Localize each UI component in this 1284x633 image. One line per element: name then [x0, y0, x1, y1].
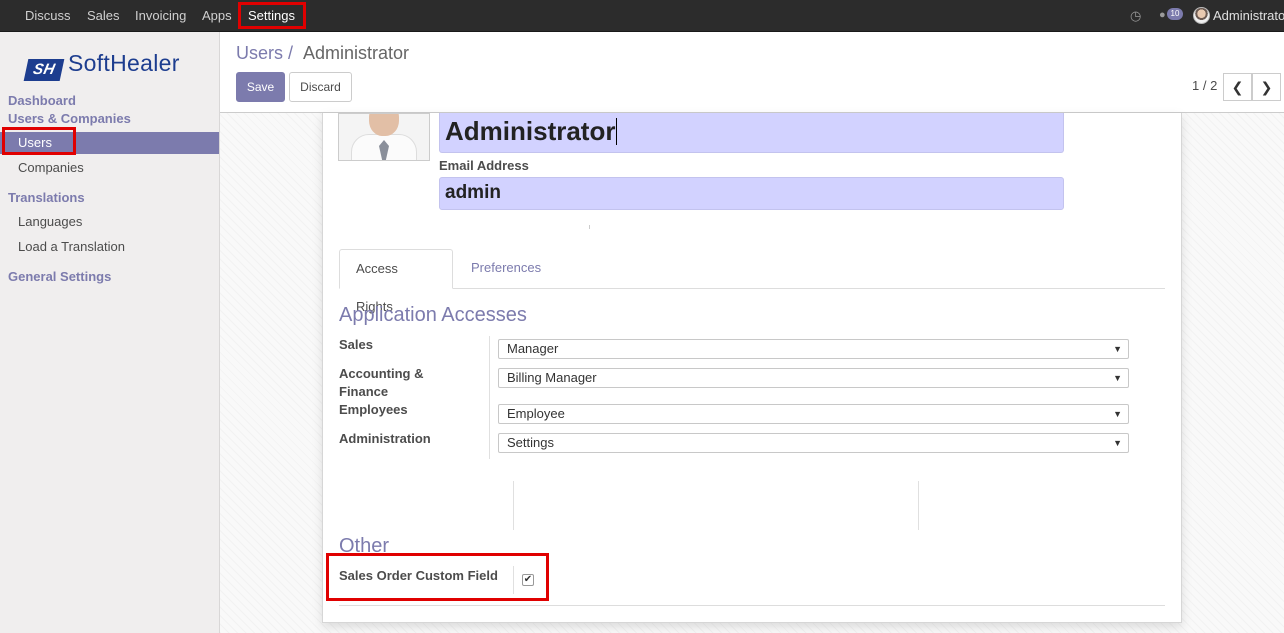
checkmark-icon: ✔ — [523, 574, 533, 585]
accounting-finance-label: Accounting & Finance — [339, 366, 424, 399]
chat-icon[interactable]: ● — [1159, 0, 1166, 31]
discard-button[interactable]: Discard — [289, 72, 352, 102]
sidebar-item-languages[interactable]: Languages — [0, 211, 219, 233]
application-accesses-title: Application Accesses — [339, 304, 527, 326]
user-photo[interactable] — [338, 113, 430, 161]
softhealer-logo[interactable]: SH SoftHealer — [23, 50, 180, 81]
logo-mark: SH — [23, 59, 65, 81]
accounting-access-select[interactable]: Billing Manager ▼ — [498, 368, 1129, 388]
administration-access-select[interactable]: Settings ▼ — [498, 433, 1129, 453]
dropdown-arrow-icon: ▼ — [1113, 409, 1122, 419]
control-panel: Users / Administrator Save Discard 1 / 2… — [220, 32, 1284, 113]
sidebar-heading-dashboard[interactable]: Dashboard — [8, 93, 76, 108]
dropdown-arrow-icon: ▼ — [1113, 438, 1122, 448]
menu-discuss[interactable]: Discuss — [25, 0, 71, 31]
employees-access-select[interactable]: Employee ▼ — [498, 404, 1129, 424]
email-input[interactable]: admin — [439, 177, 1064, 210]
chevron-right-icon: ❯ — [1260, 79, 1273, 95]
administration-label: Administration — [339, 431, 431, 446]
save-button[interactable]: Save — [236, 72, 285, 102]
other-section-title: Other — [339, 535, 390, 557]
sidebar-heading-translations[interactable]: Translations — [8, 190, 85, 205]
user-avatar[interactable] — [1193, 7, 1210, 24]
employees-label: Employees — [339, 402, 408, 417]
menu-apps[interactable]: Apps — [202, 0, 232, 31]
sales-label: Sales — [339, 337, 373, 352]
sidebar-item-companies[interactable]: Companies — [0, 157, 219, 179]
sidebar-heading-users-companies[interactable]: Users & Companies — [8, 111, 131, 126]
breadcrumb-current: Administrator — [303, 43, 410, 63]
sales-order-custom-field-label: Sales Order Custom Field — [339, 568, 498, 583]
user-menu-name[interactable]: Administrator — [1213, 0, 1284, 31]
sales-access-select[interactable]: Manager ▼ — [498, 339, 1129, 359]
sidebar-item-load-translation[interactable]: Load a Translation — [0, 236, 219, 258]
text-caret — [616, 118, 618, 145]
sidebar-heading-general-settings[interactable]: General Settings — [8, 269, 111, 284]
name-value: Administrator — [445, 116, 616, 146]
chevron-left-icon: ❮ — [1231, 79, 1244, 95]
logo-text: SoftHealer — [68, 50, 180, 76]
chat-count-badge: 10 — [1167, 8, 1183, 20]
name-input[interactable]: Administrator — [439, 113, 1064, 153]
pager-next-button[interactable]: ❯ — [1252, 73, 1281, 101]
menu-settings[interactable]: Settings — [248, 0, 295, 31]
breadcrumb-users[interactable]: Users / — [236, 43, 293, 64]
email-label: Email Address — [439, 158, 529, 173]
tab-preferences[interactable]: Preferences — [455, 249, 557, 289]
activity-clock-icon[interactable]: ◷ — [1130, 0, 1141, 31]
menu-sales[interactable]: Sales — [87, 0, 120, 31]
top-navbar: Discuss Sales Invoicing Apps Settings ◷ … — [0, 0, 1284, 32]
tab-access-rights[interactable]: Access Rights — [339, 249, 453, 314]
dropdown-arrow-icon: ▼ — [1113, 344, 1122, 354]
pager-previous-button[interactable]: ❮ — [1223, 73, 1252, 101]
dropdown-arrow-icon: ▼ — [1113, 373, 1122, 383]
sales-order-custom-field-checkbox[interactable]: ✔ — [522, 574, 534, 586]
menu-invoicing[interactable]: Invoicing — [135, 0, 186, 31]
pager-value[interactable]: 1 / 2 — [1192, 78, 1217, 93]
sidebar-item-users[interactable]: Users — [0, 132, 219, 154]
